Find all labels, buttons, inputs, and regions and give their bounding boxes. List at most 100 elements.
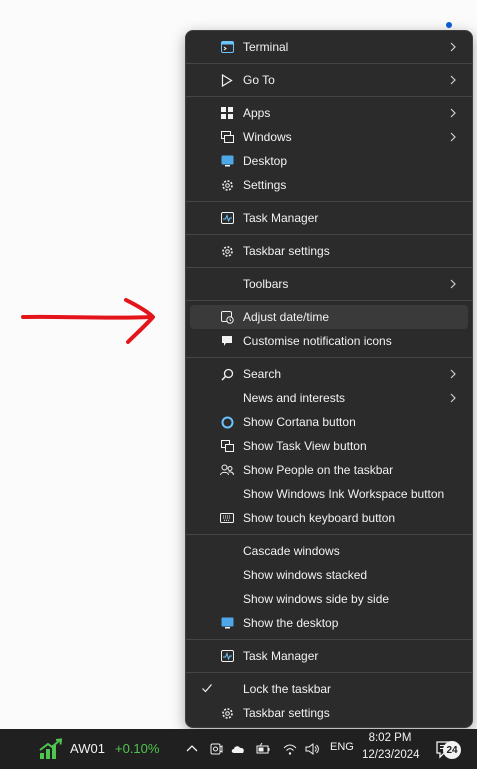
chevron-up-icon[interactable] xyxy=(184,741,200,757)
menu-item-label: Show People on the taskbar xyxy=(243,463,394,477)
menu-item-show-windows-stacked[interactable]: Show windows stacked xyxy=(190,563,468,587)
menu-separator xyxy=(186,201,472,202)
taskbar: AW01 +0.10% ENG 8:02 PM 12/23/2024 xyxy=(0,729,477,769)
menu-item-windows[interactable]: Windows xyxy=(190,125,468,149)
menu-item-label: Lock the taskbar xyxy=(243,682,332,696)
menu-item-label: Taskbar settings xyxy=(243,706,330,720)
menu-separator xyxy=(186,96,472,97)
stock-name[interactable]: AW01 xyxy=(70,741,105,756)
menu-item-label: Task Manager xyxy=(243,211,319,225)
menu-item-label: Show Task View button xyxy=(243,439,367,453)
clock-date[interactable]: 12/23/2024 xyxy=(362,749,420,761)
menu-item-label: Show Cortana button xyxy=(243,415,356,429)
menu-item-show-cortana-button[interactable]: Show Cortana button xyxy=(190,410,468,434)
menu-item-show-windows-ink-workspace-button[interactable]: Show Windows Ink Workspace button xyxy=(190,482,468,506)
menu-item-taskbar-settings-2[interactable]: Taskbar settings xyxy=(190,701,468,725)
chevron-right-icon xyxy=(450,132,456,142)
menu-item-label: Cascade windows xyxy=(243,544,340,558)
chevron-right-icon xyxy=(450,75,456,85)
menu-item-adjust-date-time[interactable]: Adjust date/time xyxy=(190,305,468,329)
menu-item-label: Go To xyxy=(243,73,275,87)
desktop-icon xyxy=(220,616,234,630)
menu-item-taskbar-settings[interactable]: Taskbar settings xyxy=(190,239,468,263)
checkmark-icon xyxy=(202,684,212,693)
menu-item-label: Settings xyxy=(243,178,287,192)
clock-time[interactable]: 8:02 PM xyxy=(362,732,418,744)
gear-icon xyxy=(220,706,234,720)
stock-change[interactable]: +0.10% xyxy=(115,741,159,756)
menu-item-task-manager-2[interactable]: Task Manager xyxy=(190,644,468,668)
chevron-right-icon xyxy=(450,42,456,52)
cortana-icon xyxy=(220,415,234,429)
notification-count-badge: 24 xyxy=(443,741,461,759)
notification-icon xyxy=(220,334,234,348)
menu-item-show-people-on-taskbar[interactable]: Show People on the taskbar xyxy=(190,458,468,482)
task-view-icon xyxy=(220,439,234,453)
menu-item-label: Windows xyxy=(243,130,292,144)
menu-separator xyxy=(186,672,472,673)
menu-item-label: Search xyxy=(243,367,282,381)
clock-icon xyxy=(220,310,234,324)
menu-item-label: Show the desktop xyxy=(243,616,339,630)
menu-item-label: Terminal xyxy=(243,40,289,54)
menu-item-settings[interactable]: Settings xyxy=(190,173,468,197)
menu-item-show-touch-keyboard-button[interactable]: Show touch keyboard button xyxy=(190,506,468,530)
cloud-icon[interactable] xyxy=(230,741,246,757)
search-icon xyxy=(220,367,234,381)
menu-separator xyxy=(186,300,472,301)
menu-item-lock-the-taskbar[interactable]: Lock the taskbar xyxy=(190,677,468,701)
menu-separator xyxy=(186,63,472,64)
stock-chart-icon[interactable] xyxy=(38,738,64,760)
chevron-right-icon xyxy=(450,369,456,379)
menu-item-label: Toolbars xyxy=(243,277,289,291)
chevron-right-icon xyxy=(450,393,456,403)
people-icon xyxy=(220,463,234,477)
menu-item-label: Show windows side by side xyxy=(243,592,390,606)
menu-item-task-manager[interactable]: Task Manager xyxy=(190,206,468,230)
menu-item-customise-notification-icons[interactable]: Customise notification icons xyxy=(190,329,468,353)
language-indicator[interactable]: ENG xyxy=(330,741,354,753)
gear-icon xyxy=(220,244,234,258)
menu-item-toolbars[interactable]: Toolbars xyxy=(190,272,468,296)
terminal-icon xyxy=(220,40,234,54)
menu-item-news-and-interests[interactable]: News and interests xyxy=(190,386,468,410)
menu-separator xyxy=(186,267,472,268)
taskbar-context-menu: Terminal Go To Apps Windows Desktop Sett… xyxy=(185,30,473,728)
task-manager-icon xyxy=(220,211,234,225)
windows-icon xyxy=(220,130,234,144)
menu-item-label: Show windows stacked xyxy=(243,568,368,582)
menu-item-label: Show touch keyboard button xyxy=(243,511,396,525)
menu-item-desktop[interactable]: Desktop xyxy=(190,149,468,173)
menu-item-show-windows-side-by-side[interactable]: Show windows side by side xyxy=(190,587,468,611)
menu-item-go-to[interactable]: Go To xyxy=(190,68,468,92)
menu-separator xyxy=(186,357,472,358)
chevron-right-icon xyxy=(450,108,456,118)
menu-item-label: News and interests xyxy=(243,391,346,405)
gear-icon xyxy=(220,178,234,192)
volume-icon[interactable] xyxy=(304,741,320,757)
menu-item-label: Task Manager xyxy=(243,649,319,663)
menu-separator xyxy=(186,639,472,640)
goto-icon xyxy=(220,73,234,87)
camera-icon[interactable] xyxy=(208,741,224,757)
menu-item-show-the-desktop[interactable]: Show the desktop xyxy=(190,611,468,635)
menu-item-search[interactable]: Search xyxy=(190,362,468,386)
menu-item-label: Customise notification icons xyxy=(243,334,392,348)
menu-item-label: Adjust date/time xyxy=(243,310,330,324)
apps-icon xyxy=(220,106,234,120)
menu-item-terminal[interactable]: Terminal xyxy=(190,35,468,59)
desktop-icon xyxy=(220,154,234,168)
menu-item-show-task-view-button[interactable]: Show Task View button xyxy=(190,434,468,458)
menu-separator xyxy=(186,234,472,235)
notification-dot xyxy=(446,22,452,28)
menu-item-label: Taskbar settings xyxy=(243,244,330,258)
menu-separator xyxy=(186,534,472,535)
menu-item-label: Show Windows Ink Workspace button xyxy=(243,487,445,501)
menu-item-apps[interactable]: Apps xyxy=(190,101,468,125)
battery-icon[interactable] xyxy=(255,741,271,757)
task-manager-icon xyxy=(220,649,234,663)
keyboard-icon xyxy=(220,511,234,525)
red-arrow-annotation xyxy=(21,298,155,344)
wifi-icon[interactable] xyxy=(282,741,298,757)
menu-item-cascade-windows[interactable]: Cascade windows xyxy=(190,539,468,563)
